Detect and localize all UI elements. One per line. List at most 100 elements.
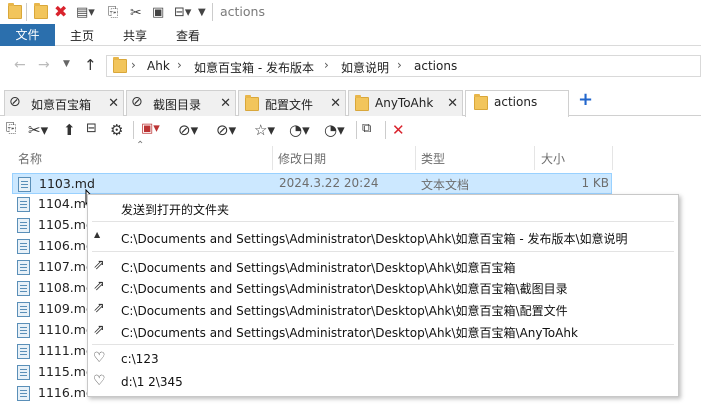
- sort-indicator-icon: ⌃: [136, 140, 145, 151]
- column-divider[interactable]: [612, 146, 613, 170]
- divider: [212, 3, 213, 21]
- menu-item-label: c:\123: [121, 352, 159, 366]
- column-name[interactable]: 名称: [18, 150, 42, 167]
- tab-folder[interactable]: ⊘ 截图目录 ✕: [126, 90, 236, 116]
- up-arrow-icon[interactable]: ↑: [84, 56, 97, 74]
- folder-tabs: ⊘ 如意百宝箱 ✕ ⊘ 截图目录 ✕ 配置文件 ✕ AnyToAhk ✕ act…: [0, 88, 701, 117]
- close-icon[interactable]: ✕: [447, 96, 458, 111]
- star-icon[interactable]: ☆▾: [254, 121, 275, 139]
- text-file-icon: [17, 239, 30, 254]
- pin-icon: ⊘: [9, 94, 21, 110]
- menu-item-open-folder[interactable]: ⇗ C:\Documents and Settings\Administrato…: [88, 298, 678, 320]
- column-divider[interactable]: [272, 146, 273, 170]
- cut-icon[interactable]: ✂▾: [28, 121, 48, 139]
- copy-icon[interactable]: ⎘: [108, 5, 118, 20]
- recent-locations-icon[interactable]: ▼: [63, 59, 70, 69]
- link-icon[interactable]: ⊘▾: [178, 121, 198, 139]
- column-date[interactable]: 修改日期: [278, 150, 326, 167]
- text-file-icon: [17, 323, 30, 338]
- menu-item-favorite[interactable]: ♡ c:\123: [88, 348, 678, 370]
- text-file-icon: [17, 197, 30, 212]
- folder-icon: [8, 3, 22, 19]
- context-menu: 发送到打开的文件夹 ▲ C:\Documents and Settings\Ad…: [87, 194, 679, 397]
- tab-home[interactable]: 主页: [70, 27, 94, 45]
- forward-arrow-icon[interactable]: →: [38, 57, 50, 73]
- divider: [26, 3, 27, 21]
- tab-folder[interactable]: AnyToAhk ✕: [348, 90, 463, 116]
- close-icon[interactable]: ✕: [220, 96, 231, 111]
- heart-icon: ♡: [93, 373, 106, 389]
- file-type: 文本文档: [421, 178, 470, 192]
- pin-icon: ⊘: [131, 94, 143, 110]
- folder-icon: [474, 94, 488, 110]
- column-size[interactable]: 大小: [541, 150, 565, 167]
- tab-folder[interactable]: ⊘ 如意百宝箱 ✕: [4, 90, 124, 116]
- heart-icon: ♡: [93, 350, 106, 366]
- up-level-icon[interactable]: ⬆: [63, 121, 76, 139]
- rename-icon[interactable]: ⊟: [86, 121, 97, 136]
- column-divider[interactable]: [534, 146, 535, 170]
- tab-label: AnyToAhk: [375, 96, 434, 110]
- history-icon[interactable]: ◔▾: [289, 121, 310, 139]
- breadcrumb-ahk[interactable]: Ahk: [147, 59, 170, 73]
- breadcrumb-release[interactable]: 如意百宝箱 - 发布版本: [194, 59, 314, 76]
- file-name: 1110.md: [38, 322, 94, 337]
- column-type[interactable]: 类型: [421, 150, 445, 167]
- file-name: 1108.md: [38, 280, 94, 295]
- delete-icon[interactable]: ✖: [54, 2, 67, 21]
- close-icon[interactable]: ✕: [330, 96, 341, 111]
- address-bar[interactable]: › Ahk › 如意百宝箱 - 发布版本 › 如意说明 › actions: [106, 55, 701, 77]
- text-file-icon: [17, 218, 30, 233]
- gear-icon[interactable]: ⚙: [110, 121, 123, 139]
- tab-folder[interactable]: 配置文件 ✕: [238, 90, 346, 116]
- menu-divider: [92, 344, 674, 345]
- share-arrow-icon: ⇗: [93, 278, 105, 294]
- menu-item-label: C:\Documents and Settings\Administrator\…: [121, 261, 516, 275]
- menu-item-open-folder[interactable]: ⇗ C:\Documents and Settings\Administrato…: [88, 276, 678, 298]
- breadcrumb-separator[interactable]: ›: [177, 58, 182, 72]
- tab-folder-active[interactable]: actions: [465, 90, 569, 117]
- rename-icon[interactable]: ⊟▾: [174, 5, 191, 20]
- menu-item-favorite[interactable]: ♡ d:\1 2\345: [88, 371, 678, 393]
- close-icon[interactable]: ✕: [108, 96, 119, 111]
- new-folder-icon[interactable]: [34, 3, 48, 19]
- recent-icon[interactable]: ◔▾: [324, 121, 345, 139]
- divider: [356, 121, 357, 139]
- share-arrow-icon: ⇗: [93, 300, 105, 316]
- close-all-icon[interactable]: ✕: [392, 121, 405, 139]
- navigation-bar: ← → ▼ ↑ › Ahk › 如意百宝箱 - 发布版本 › 如意说明 › ac…: [0, 50, 701, 82]
- share-arrow-icon: ⇗: [93, 322, 105, 338]
- breadcrumb-separator[interactable]: ›: [397, 58, 402, 72]
- text-file-icon: [17, 281, 30, 296]
- breadcrumb-actions[interactable]: actions: [414, 59, 457, 73]
- app-icon[interactable]: ▣▾: [141, 121, 160, 136]
- menu-item-open-folder[interactable]: ⇗ C:\Documents and Settings\Administrato…: [88, 320, 678, 342]
- properties-icon[interactable]: ▤▾: [76, 5, 95, 20]
- tab-view[interactable]: 查看: [176, 27, 200, 45]
- tab-label: 截图目录: [153, 98, 202, 112]
- table-row[interactable]: 1103.md 2024.3.22 20:24 文本文档 1 KB: [12, 173, 612, 194]
- file-name: 1105.md: [38, 217, 94, 232]
- copy-path-icon[interactable]: ⎘: [6, 121, 16, 136]
- breadcrumb-separator[interactable]: ›: [324, 58, 329, 72]
- menu-item-label: C:\Documents and Settings\Administrator\…: [121, 326, 578, 340]
- window-icon[interactable]: ⧉: [362, 121, 371, 136]
- quick-access-toolbar: ✖ ▤▾ ⎘ ✂ ▣ ⊟▾ ▼ actions: [0, 0, 701, 24]
- paste-icon[interactable]: ▣: [152, 5, 164, 20]
- column-header: ⌃ 名称 修改日期 类型 大小: [0, 140, 701, 170]
- breadcrumb-docs[interactable]: 如意说明: [341, 59, 389, 76]
- divider: [385, 121, 386, 139]
- folder-icon: [355, 95, 369, 111]
- cut-icon[interactable]: ✂: [130, 5, 142, 21]
- tab-share[interactable]: 共享: [123, 27, 147, 45]
- customize-qat-icon[interactable]: ▼: [198, 7, 206, 18]
- back-arrow-icon[interactable]: ←: [14, 57, 26, 73]
- column-divider[interactable]: [415, 146, 416, 170]
- pin-icon[interactable]: ⊘▾: [216, 121, 236, 139]
- breadcrumb-separator[interactable]: ›: [131, 58, 136, 72]
- tab-file[interactable]: 文件: [0, 24, 55, 46]
- ribbon-tabs: 文件 主页 共享 查看: [0, 24, 701, 46]
- menu-item-current-folder[interactable]: ▲ C:\Documents and Settings\Administrato…: [88, 226, 678, 248]
- menu-item-open-folder[interactable]: ⇗ C:\Documents and Settings\Administrato…: [88, 255, 678, 277]
- add-tab-button[interactable]: +: [578, 89, 593, 110]
